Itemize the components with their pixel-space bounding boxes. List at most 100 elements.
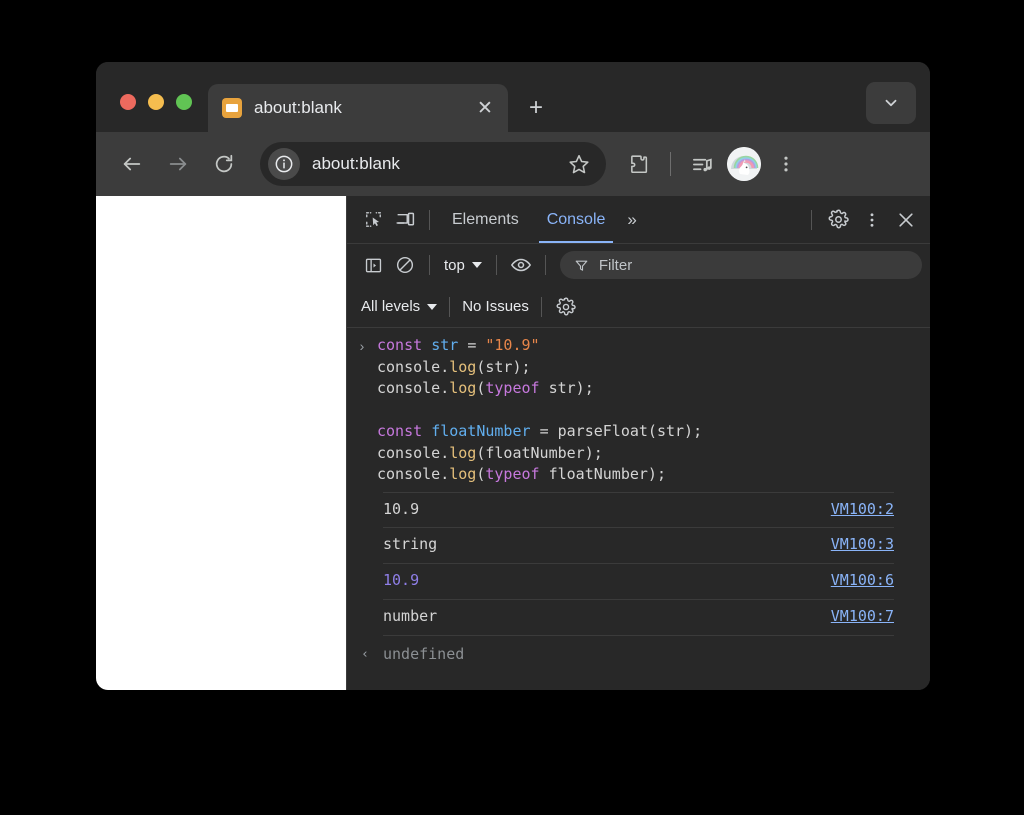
media-control-button[interactable]: [683, 145, 721, 183]
window-maximize-button[interactable]: [176, 94, 192, 110]
filter-funnel-icon: [575, 260, 588, 271]
avatar[interactable]: [727, 147, 761, 181]
console-code-line: console.log(typeof str);: [377, 378, 702, 400]
devtools-toolbar-divider: [429, 209, 430, 230]
tab-list: about:blank ✕ +: [208, 62, 554, 132]
devtools-close-button[interactable]: [890, 205, 922, 235]
clear-console-icon: [396, 256, 414, 274]
log-level-label: All levels: [361, 298, 421, 315]
code-token: (str);: [476, 357, 531, 376]
new-tab-button[interactable]: +: [518, 90, 554, 126]
execution-context-label: top: [444, 256, 465, 274]
devtools-settings-button[interactable]: [822, 205, 854, 235]
code-token: floatNumber);: [539, 465, 666, 483]
inspect-element-button[interactable]: [357, 205, 389, 235]
code-token: log: [449, 443, 477, 462]
code-token: .: [440, 357, 450, 376]
browser-toolbar: about:blank: [96, 132, 930, 196]
browser-menu-button[interactable]: [767, 145, 805, 183]
console-result-entry: ‹ undefined: [347, 636, 930, 666]
code-token: floatNumber: [431, 422, 531, 440]
three-dot-menu-icon: [870, 212, 874, 227]
devtools-tabbar-actions: [803, 205, 922, 235]
console-source-link[interactable]: VM100:3: [831, 534, 894, 556]
console-result-value: undefined: [383, 644, 465, 663]
issues-status[interactable]: No Issues: [458, 298, 533, 315]
extensions-button[interactable]: [620, 145, 658, 183]
code-token: const: [377, 336, 423, 354]
devtools-more-options-button[interactable]: [856, 205, 888, 235]
browser-window: about:blank ✕ + about:blank Elements Con…: [96, 62, 930, 690]
console-level-bar: All levels No Issues: [347, 286, 930, 328]
devtools-actions-divider: [811, 209, 812, 230]
reload-button[interactable]: [204, 144, 244, 184]
console-output-row[interactable]: string VM100:3: [383, 528, 894, 564]
tab-search-button[interactable]: [866, 82, 916, 124]
star-icon[interactable]: [564, 149, 594, 179]
window-minimize-button[interactable]: [148, 94, 164, 110]
address-bar[interactable]: about:blank: [260, 142, 606, 186]
console-code-line: console.log(str);: [377, 357, 702, 379]
console-source-link[interactable]: VM100:6: [831, 570, 894, 592]
console-code-line: [377, 400, 702, 422]
live-expression-button[interactable]: [505, 250, 537, 280]
devtools-tabbar: Elements Console »: [347, 196, 930, 244]
console-sidebar-toggle-button[interactable]: [357, 250, 389, 280]
code-token: "10.9": [485, 336, 540, 354]
forward-button[interactable]: [158, 144, 198, 184]
console-output-row[interactable]: 10.9 VM100:6: [383, 564, 894, 600]
execution-context-selector[interactable]: top: [438, 257, 488, 274]
console-prompt-arrow-icon: ›: [359, 338, 365, 354]
code-token: console: [377, 465, 441, 483]
three-dot-menu-icon: [784, 156, 788, 172]
chevron-down-icon: [427, 303, 438, 310]
tab-console[interactable]: Console: [533, 196, 620, 243]
code-token: console: [377, 357, 441, 376]
code-token: (floatNumber);: [476, 443, 603, 462]
code-token: =: [467, 336, 477, 354]
code-token: typeof: [485, 379, 540, 397]
clear-console-button[interactable]: [389, 250, 421, 280]
console-filter-placeholder: Filter: [598, 256, 633, 274]
console-output-row[interactable]: 10.9 VM100:2: [383, 491, 894, 528]
device-toolbar-icon: [395, 212, 414, 226]
filterbar-divider-2: [495, 255, 497, 275]
console-output-value: 10.9: [383, 571, 420, 590]
console-code-line: const str = "10.9": [377, 335, 702, 357]
console-filter-input[interactable]: Filter: [559, 251, 922, 279]
window-close-button[interactable]: [120, 94, 136, 110]
tab-elements[interactable]: Elements: [438, 196, 533, 243]
more-tabs-button[interactable]: »: [619, 210, 644, 230]
console-input-code: const str = "10.9" console.log(str); conso…: [377, 335, 702, 486]
log-level-selector[interactable]: All levels: [357, 298, 441, 315]
console-source-link[interactable]: VM100:2: [831, 499, 894, 521]
gear-icon: [556, 297, 576, 315]
filterbar-divider-3: [544, 255, 546, 275]
info-circle-icon[interactable]: [268, 148, 300, 180]
device-toolbar-button[interactable]: [389, 205, 421, 235]
code-token: typeof: [485, 465, 540, 483]
console-input-entry[interactable]: › const str = "10.9" console.log(str); con…: [347, 328, 930, 492]
console-result-arrow-icon: ‹: [361, 646, 369, 662]
gear-icon: [828, 209, 849, 229]
console-settings-button[interactable]: [550, 292, 582, 322]
back-button[interactable]: [112, 144, 152, 184]
toolbar-divider: [670, 152, 671, 176]
browser-tab-about-blank[interactable]: about:blank ✕: [208, 84, 508, 132]
close-icon[interactable]: ✕: [472, 95, 498, 121]
tab-title: about:blank: [254, 98, 342, 117]
page-viewport[interactable]: [96, 196, 346, 690]
devtools-panel: Elements Console » top Filter All levels…: [346, 196, 930, 690]
console-output-value: string: [383, 535, 438, 554]
code-token: log: [449, 465, 477, 483]
console-source-link[interactable]: VM100:7: [831, 606, 894, 628]
tab-strip: about:blank ✕ +: [96, 62, 930, 132]
console-output-row[interactable]: number VM100:7: [383, 600, 894, 636]
address-bar-input[interactable]: about:blank: [312, 154, 564, 174]
code-token: log: [449, 357, 477, 376]
code-token: parseFloat(str);: [548, 422, 703, 440]
console-message-list[interactable]: › const str = "10.9" console.log(str); con…: [347, 328, 930, 690]
